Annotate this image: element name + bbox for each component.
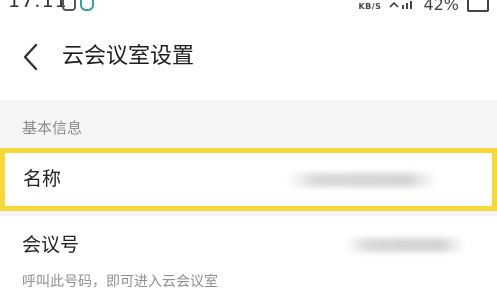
name-label: 名称 (23, 168, 62, 190)
name-value-blurred (287, 173, 437, 187)
status-bar: 17:11 KB/S 42% (0, 0, 497, 14)
status-notification-icons (62, 0, 94, 11)
chevron-left-icon (23, 43, 38, 71)
back-button[interactable] (16, 40, 48, 74)
section-label-basic-info: 基本信息 (22, 119, 83, 137)
meeting-number-row: 会议号 呼叫此号码，即可进入云会议室 (0, 216, 497, 301)
battery-icon (467, 0, 489, 12)
page-title: 云会议室设置 (62, 44, 195, 69)
status-right: KB/S 42% (358, 0, 489, 14)
meeting-number-value-blurred (345, 238, 465, 252)
status-time: 17:11 (8, 0, 68, 12)
cloud-icon (80, 0, 94, 11)
battery-percent: 42% (423, 0, 459, 14)
meeting-number-label: 会议号 (22, 234, 80, 256)
header: 云会议室设置 (0, 14, 497, 100)
wifi-signal-icon (389, 0, 415, 12)
network-speed: KB/S (358, 2, 382, 11)
notification-icon (62, 0, 76, 11)
screen: 17:11 KB/S 42% 云会议室设置 基本信息 名称 会议号 呼叫此号码，… (0, 0, 497, 301)
meeting-number-hint: 呼叫此号码，即可进入云会议室 (22, 274, 218, 290)
name-row[interactable]: 名称 (0, 148, 497, 211)
